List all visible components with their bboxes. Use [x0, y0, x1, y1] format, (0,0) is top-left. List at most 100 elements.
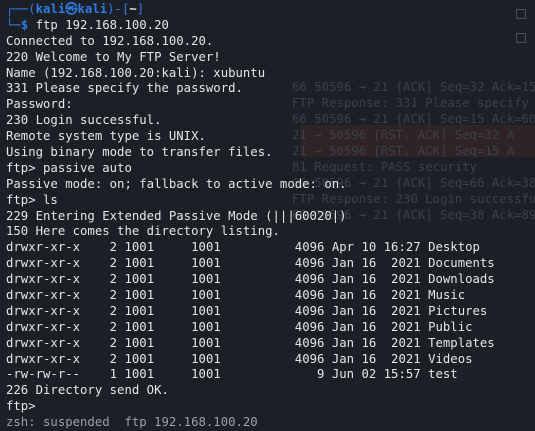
listing-date: Jan 16 2021 [331, 335, 421, 350]
listing-group: 1001 [191, 367, 221, 382]
output-line: 220 Welcome to My FTP Server! [6, 49, 221, 64]
output-line: 331 Please specify the password. [6, 81, 243, 96]
listing-date: Jan 16 2021 [331, 288, 421, 303]
output-line: Password: [6, 97, 73, 112]
listing-links: 2 [109, 272, 118, 287]
output-line: Connected to 192.168.100.20. [6, 33, 214, 48]
listing-name: Pictures [428, 303, 488, 318]
listing-owner: 1001 [124, 303, 155, 318]
listing-row: drwxr-xr-x 2 1001 1001 4096 Apr 10 16:27… [6, 240, 531, 256]
listing-row: drwxr-xr-x 2 1001 1001 4096 Jan 16 2021 … [6, 336, 531, 352]
directory-listing: drwxr-xr-x 2 1001 1001 4096 Apr 10 16:27… [6, 240, 531, 383]
listing-owner: 1001 [124, 288, 155, 303]
listing-row: drwxr-xr-x 2 1001 1001 4096 Jan 16 2021 … [6, 304, 531, 320]
listing-group: 1001 [191, 319, 221, 334]
output-line: Using binary mode to transfer files. [6, 145, 273, 160]
output-line: Remote system type is UNIX. [6, 129, 206, 144]
typed-command: ftp 192.168.100.20 [28, 17, 169, 32]
listing-date: Jan 16 2021 [331, 319, 421, 334]
listing-name: Templates [428, 335, 495, 350]
output-line: Passive mode: on; fallback to active mod… [6, 176, 347, 191]
listing-size: 4096 [220, 303, 325, 318]
output-line: Name (192.168.100.20:kali): xubuntu [6, 65, 266, 80]
listing-row: drwxr-xr-x 2 1001 1001 4096 Jan 16 2021 … [6, 256, 531, 272]
prompt-separator: )-[ [107, 2, 130, 16]
output-line: 150 Here comes the directory listing. [6, 224, 280, 239]
listing-name: Videos [428, 351, 473, 366]
listing-perms: drwxr-xr-x [6, 319, 81, 334]
listing-name: test [428, 367, 458, 382]
listing-name: Desktop [428, 240, 480, 255]
listing-size: 4096 [220, 351, 325, 366]
listing-links: 2 [109, 288, 118, 303]
output-line: 230 Login successful. [6, 113, 162, 128]
listing-links: 2 [109, 351, 118, 366]
listing-date: Jan 16 2021 [331, 351, 421, 366]
listing-size: 4096 [220, 240, 325, 255]
listing-perms: drwxr-xr-x [6, 303, 81, 318]
listing-date: Jun 02 15:57 [331, 367, 421, 382]
listing-row: drwxr-xr-x 2 1001 1001 4096 Jan 16 2021 … [6, 352, 531, 368]
prompt-box-bottom: └─ [6, 17, 21, 32]
listing-date: Jan 16 2021 [331, 272, 421, 287]
output-line: 226 Directory send OK. [6, 383, 169, 398]
terminal-output: ┌──(kali㉿kali)-[~] └─$ ftp 192.168.100.2… [6, 2, 531, 431]
listing-owner: 1001 [124, 319, 155, 334]
listing-owner: 1001 [124, 367, 155, 382]
listing-group: 1001 [191, 240, 221, 255]
prompt-command-line: └─$ ftp 192.168.100.20 [6, 18, 531, 34]
listing-group: 1001 [191, 335, 221, 350]
listing-group: 1001 [191, 303, 221, 318]
listing-size: 9 [220, 367, 325, 382]
output-line: ftp> ls [6, 192, 58, 207]
listing-links: 2 [109, 303, 118, 318]
listing-perms: drwxr-xr-x [6, 288, 81, 303]
listing-size: 4096 [220, 335, 325, 350]
listing-row: -rw-rw-r-- 1 1001 1001 9 Jun 02 15:57 te… [6, 367, 531, 383]
listing-name: Documents [428, 256, 495, 271]
listing-size: 4096 [220, 272, 325, 287]
suspended-message: zsh: suspended ftp 192.168.100.20 [6, 415, 258, 430]
listing-size: 4096 [220, 288, 325, 303]
listing-date: Apr 10 16:27 [331, 240, 421, 255]
listing-perms: -rw-rw-r-- [6, 367, 81, 382]
listing-perms: drwxr-xr-x [6, 335, 81, 350]
prompt-header: ┌──(kali㉿kali)-[~] [6, 2, 531, 18]
listing-perms: drwxr-xr-x [6, 256, 81, 271]
listing-links: 2 [109, 240, 118, 255]
listing-owner: 1001 [124, 335, 155, 350]
output-line: ftp> passive auto [6, 160, 132, 175]
terminal-window[interactable]: 66 50596 → 21 [ACK] Seq=32 Ack=15 FTP Re… [0, 0, 535, 431]
ftp-prompt-line: ftp> [6, 399, 36, 414]
listing-group: 1001 [191, 351, 221, 366]
listing-name: Downloads [428, 272, 495, 287]
listing-group: 1001 [191, 272, 221, 287]
listing-size: 4096 [220, 319, 325, 334]
prompt-box-top: ┌──( [6, 2, 36, 16]
listing-date: Jan 16 2021 [331, 303, 421, 318]
listing-date: Jan 16 2021 [331, 256, 421, 271]
prompt-cwd: ~ [129, 2, 137, 16]
output-line: 229 Entering Extended Passive Mode (|||6… [6, 208, 347, 223]
listing-name: Music [428, 288, 466, 303]
prompt-close-bracket: ] [136, 2, 145, 16]
listing-group: 1001 [191, 256, 221, 271]
listing-owner: 1001 [124, 272, 155, 287]
prompt-user-host: kali㉿kali [35, 2, 108, 16]
listing-perms: drwxr-xr-x [6, 351, 81, 366]
listing-row: drwxr-xr-x 2 1001 1001 4096 Jan 16 2021 … [6, 272, 531, 288]
listing-links: 2 [109, 335, 118, 350]
listing-row: drwxr-xr-x 2 1001 1001 4096 Jan 16 2021 … [6, 288, 531, 304]
listing-owner: 1001 [124, 351, 155, 366]
listing-group: 1001 [191, 288, 221, 303]
listing-perms: drwxr-xr-x [6, 272, 81, 287]
listing-links: 1 [109, 367, 118, 382]
listing-owner: 1001 [124, 256, 155, 271]
listing-row: drwxr-xr-x 2 1001 1001 4096 Jan 16 2021 … [6, 320, 531, 336]
listing-perms: drwxr-xr-x [6, 240, 81, 255]
listing-owner: 1001 [124, 240, 155, 255]
listing-name: Public [428, 319, 473, 334]
listing-links: 2 [109, 256, 118, 271]
listing-links: 2 [109, 319, 118, 334]
listing-size: 4096 [220, 256, 325, 271]
